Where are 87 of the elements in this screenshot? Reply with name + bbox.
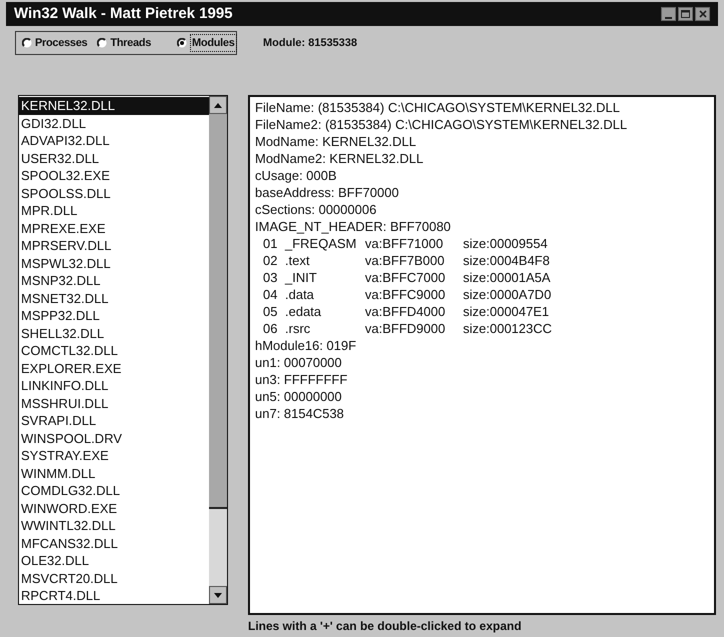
scroll-up-button[interactable] — [209, 96, 227, 114]
section-size: size:000047E1 — [463, 303, 550, 320]
radio-button[interactable] — [22, 38, 32, 48]
detail-line: FileName: (81535384) C:\CHICAGO\SYSTEM\KERNEL32.DLL — [255, 99, 621, 116]
module-item[interactable]: RPCRT4.DLL — [19, 587, 209, 604]
section-address: va:BFF7B000 — [365, 252, 446, 269]
detail-line: un7: 8154C538 — [255, 405, 345, 422]
module-item[interactable]: MPR.DLL — [19, 202, 209, 220]
maximize-icon — [681, 10, 690, 18]
module-item[interactable]: MSSHRUI.DLL — [19, 394, 209, 412]
module-item[interactable]: WWINTL32.DLL — [19, 517, 209, 534]
module-item[interactable]: SPOOLSS.DLL — [19, 184, 209, 202]
minimize-button[interactable] — [661, 7, 676, 21]
module-list[interactable] — [18, 95, 228, 605]
section-address: va:BFFD9000 — [365, 320, 446, 337]
scrollbar[interactable] — [209, 96, 227, 604]
maximize-button[interactable] — [678, 7, 693, 21]
detail-line: hModule16: 019F — [255, 337, 358, 354]
window-title: Win32 Walk - Matt Pietrek 1995 — [14, 4, 234, 24]
module-item[interactable]: SHELL32.DLL — [19, 324, 209, 342]
module-item[interactable]: KERNEL32.DLL — [19, 97, 209, 114]
section-size: size:000123CC — [463, 320, 552, 337]
section-number: 02 — [263, 252, 278, 269]
module-item[interactable]: WINSPOOL.DRV — [19, 430, 209, 447]
detail-line: baseAddress: BFF70000 — [255, 184, 400, 201]
detail-line: ModName: KERNEL32.DLL — [255, 133, 418, 150]
module-item[interactable]: MSNP32.DLL — [19, 272, 209, 290]
module-item[interactable]: MSNET32.DLL — [19, 290, 209, 307]
close-icon — [698, 10, 706, 18]
section-address: va:BFFC9000 — [365, 286, 446, 303]
scroll-thumb[interactable] — [209, 114, 227, 509]
section-name: .data — [285, 286, 315, 303]
detail-line: cUsage: 000B — [255, 167, 338, 184]
section-name: .edata — [285, 303, 322, 320]
section-address: va:BFFD4000 — [365, 303, 446, 320]
detail-line: cSections: 00000006 — [255, 201, 378, 218]
hint-text: Lines with a '+' can be double-clicked to expand — [248, 618, 522, 635]
detail-line: ModName2: KERNEL32.DLL — [255, 150, 424, 167]
module-item[interactable]: MSPWL32.DLL — [19, 254, 209, 272]
section-size: size:00009554 — [463, 235, 548, 252]
module-item[interactable]: COMDLG32.DLL — [19, 482, 209, 500]
module-item[interactable]: LINKINFO.DLL — [19, 377, 209, 394]
module-item[interactable]: MPRSERV.DLL — [19, 237, 209, 254]
up-arrow-icon — [214, 102, 222, 108]
module-item[interactable]: MFCANS32.DLL — [19, 534, 209, 552]
module-item[interactable]: COMCTL32.DLL — [19, 342, 209, 360]
section-name: .rsrc — [285, 320, 312, 337]
module-item[interactable]: MPREXE.EXE — [19, 220, 209, 237]
module-item[interactable]: OLE32.DLL — [19, 552, 209, 570]
down-arrow-icon — [214, 592, 222, 598]
section-size: size:0000A7D0 — [463, 286, 552, 303]
section-name: _FREQASM — [285, 235, 358, 252]
module-item[interactable]: SPOOL32.EXE — [19, 167, 209, 184]
module-item[interactable]: ADVAPI32.DLL — [19, 132, 209, 150]
radio-option[interactable]: Processes — [22, 34, 88, 52]
section-address: va:BFFC7000 — [365, 269, 446, 286]
section-size: size:0004B4F8 — [463, 252, 550, 269]
close-button[interactable] — [695, 7, 710, 21]
module-item[interactable]: WINMM.DLL — [19, 464, 209, 482]
detail-line: IMAGE_NT_HEADER: BFF70080 — [255, 218, 452, 235]
module-item[interactable]: EXPLORER.EXE — [19, 360, 209, 377]
section-address: va:BFF71000 — [365, 235, 444, 252]
radio-button[interactable] — [177, 38, 188, 48]
section-size: size:00001A5A — [463, 269, 550, 286]
section-name: _INIT — [285, 269, 318, 286]
section-number: 05 — [263, 303, 278, 320]
section-name: .text — [285, 252, 311, 269]
module-item[interactable]: MSVCRT20.DLL — [19, 570, 209, 587]
minimize-icon — [665, 17, 672, 20]
section-number: 01 — [263, 235, 278, 252]
module-item[interactable]: SYSTRAY.EXE — [19, 447, 209, 464]
module-item[interactable]: SVRAPI.DLL — [19, 412, 209, 430]
scroll-down-button[interactable] — [209, 586, 227, 604]
module-item[interactable]: USER32.DLL — [19, 150, 209, 167]
module-item[interactable]: GDI32.DLL — [19, 114, 209, 132]
section-number: 03 — [263, 269, 278, 286]
section-number: 06 — [263, 320, 278, 337]
detail-line: FileName2: (81535384) C:\CHICAGO\SYSTEM\KERNEL32.DLL — [255, 116, 628, 133]
radio-button[interactable] — [97, 38, 108, 48]
detail-line: un1: 00070000 — [255, 354, 343, 371]
section-number: 04 — [263, 286, 278, 303]
detail-line: un3: FFFFFFFF — [255, 371, 348, 388]
module-item[interactable]: MSPP32.DLL — [19, 307, 209, 324]
module-item[interactable]: WINWORD.EXE — [19, 500, 209, 517]
radio-option[interactable]: Threads — [97, 34, 152, 52]
detail-line: un5: 00000000 — [255, 388, 343, 405]
module-label: Module: 81535338 — [263, 36, 358, 51]
